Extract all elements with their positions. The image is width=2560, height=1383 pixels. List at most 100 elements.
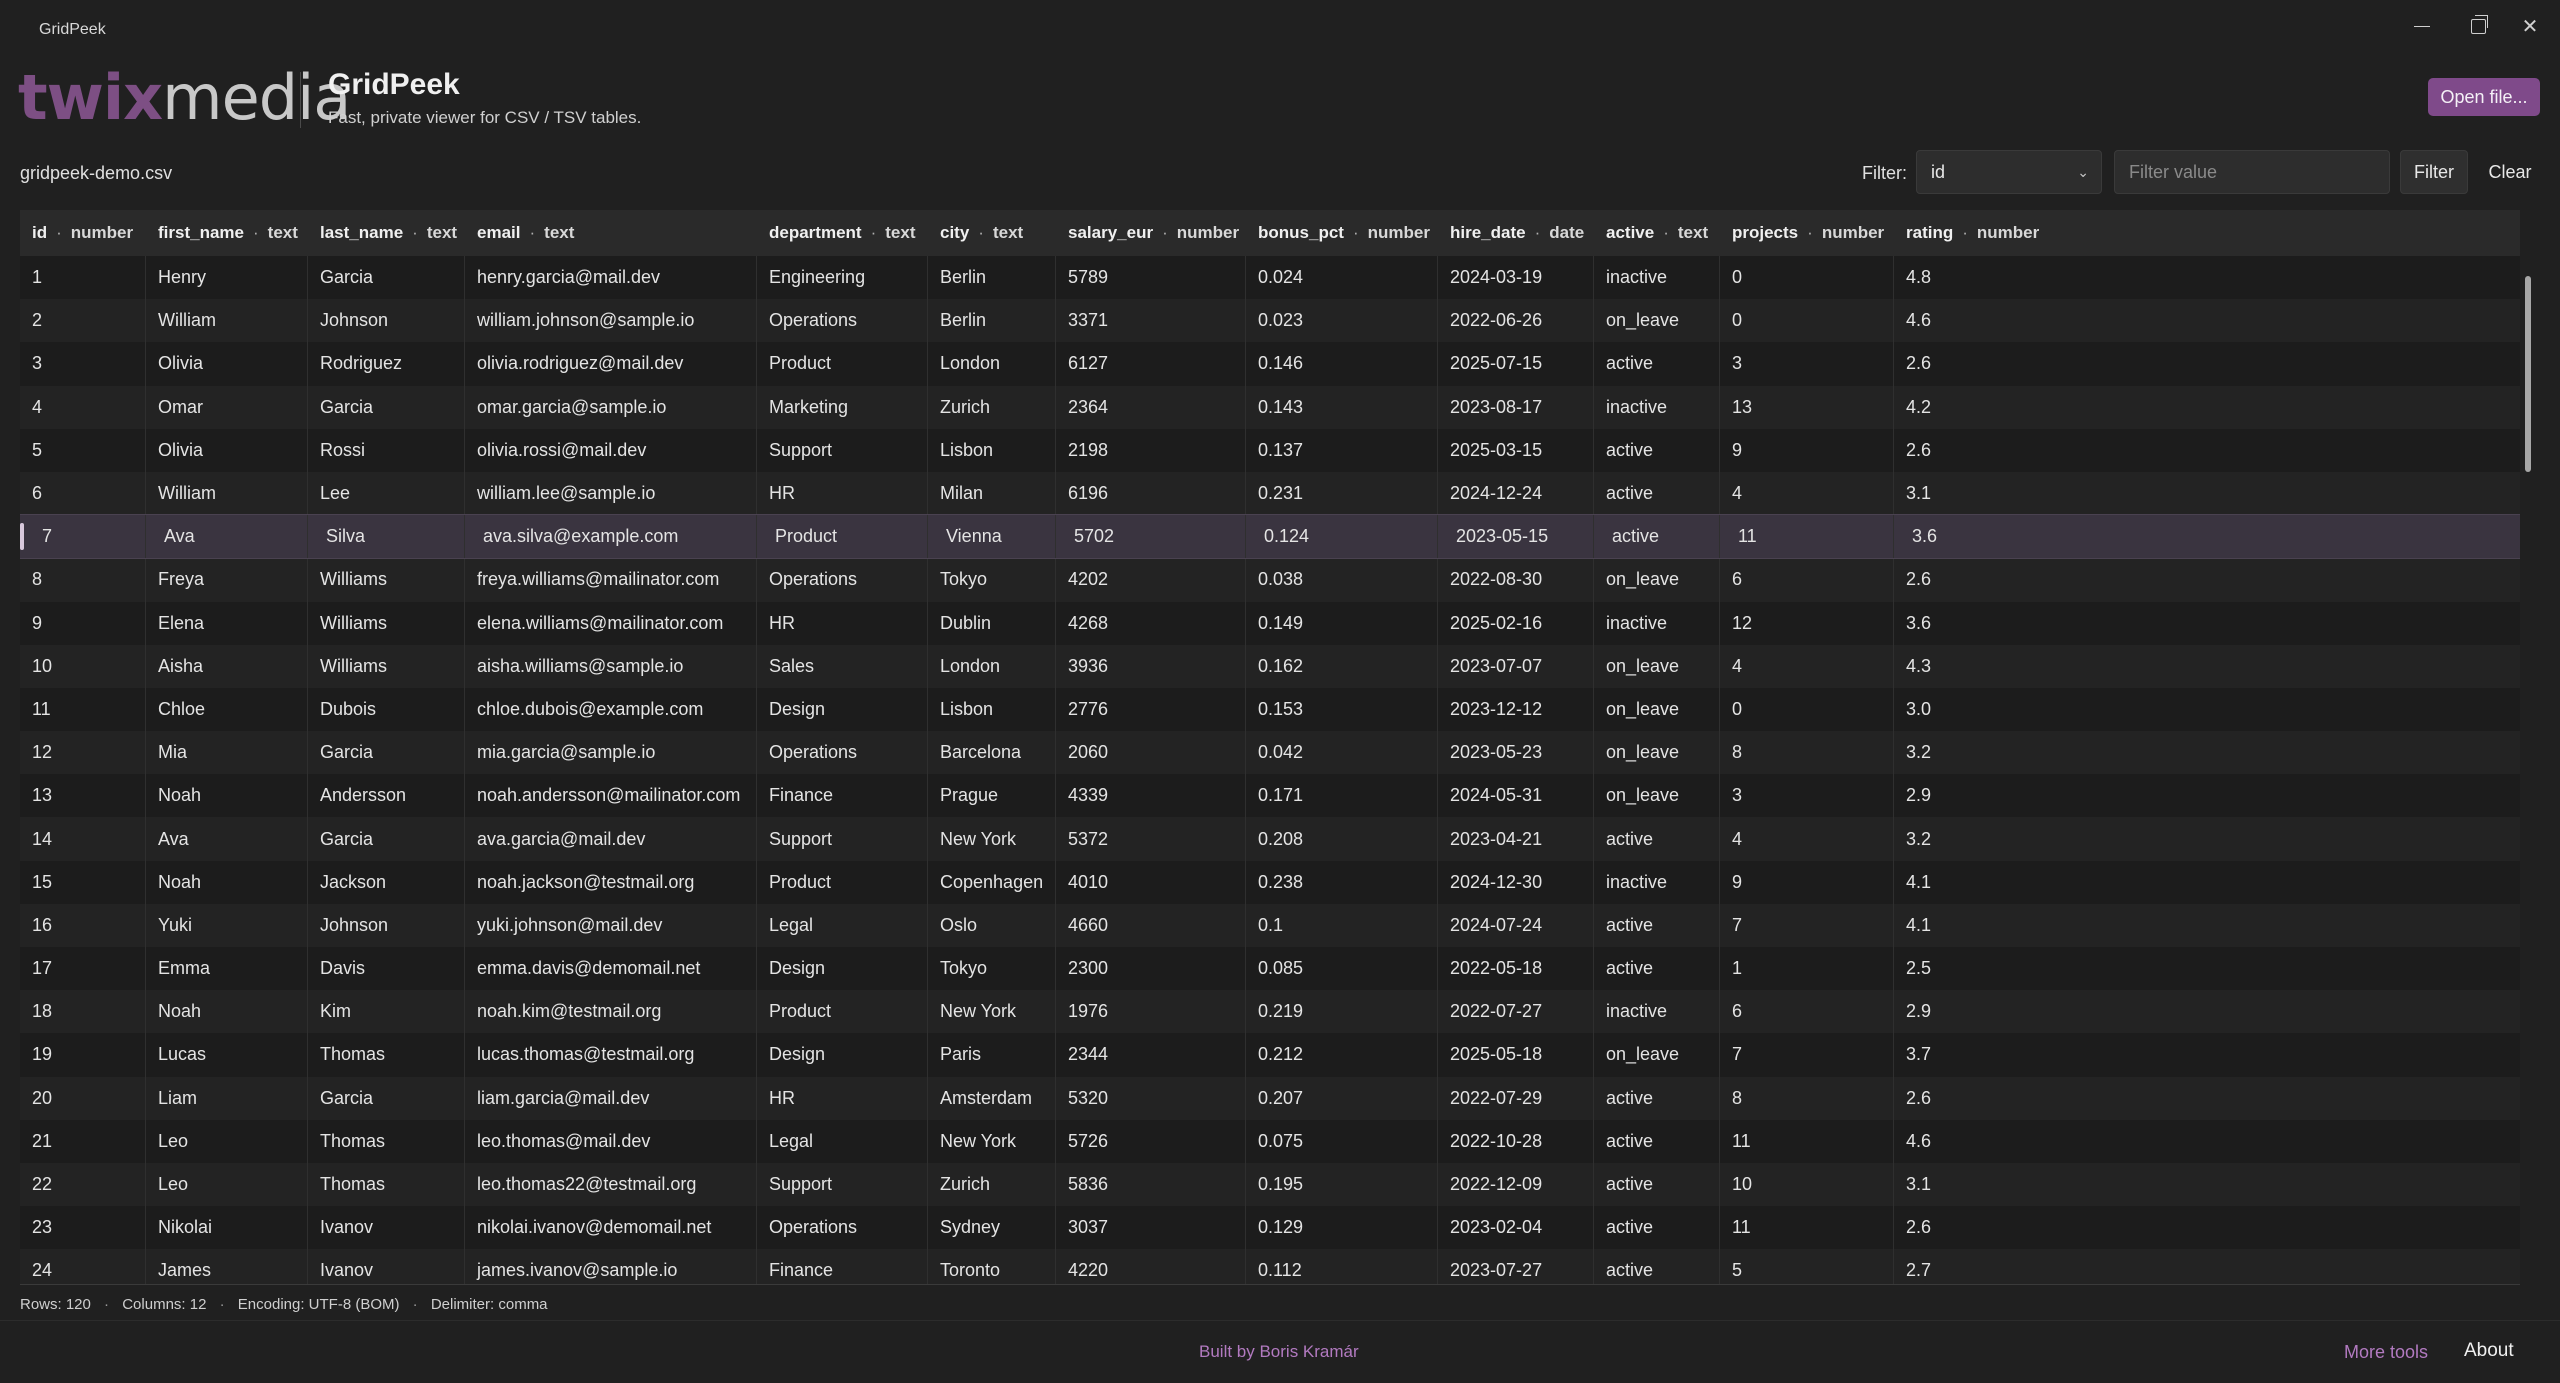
- cell-first-name[interactable]: Freya: [146, 558, 308, 602]
- cell-bonus-pct[interactable]: 0.231: [1246, 471, 1438, 516]
- table-row[interactable]: 9 Elena Williams elena.williams@mailinator.…: [20, 601, 2520, 645]
- cell-active[interactable]: active: [1594, 1249, 1720, 1285]
- cell-department[interactable]: Legal: [757, 1119, 928, 1163]
- maximize-button[interactable]: [2448, 6, 2508, 46]
- cell-active[interactable]: inactive: [1594, 990, 1720, 1034]
- cell-last-name[interactable]: Garcia: [308, 385, 465, 429]
- cell-department[interactable]: Marketing: [757, 385, 928, 429]
- cell-rating[interactable]: 3.2: [1894, 731, 2040, 774]
- cell-hire-date[interactable]: 2023-05-23: [1438, 731, 1594, 775]
- cell-last-name[interactable]: Andersson: [308, 774, 465, 818]
- cell-city[interactable]: Copenhagen: [928, 860, 1056, 904]
- cell-hire-date[interactable]: 2024-05-31: [1438, 774, 1594, 818]
- cell-id[interactable]: 11: [20, 687, 146, 732]
- cell-id[interactable]: 1: [20, 256, 146, 300]
- table-row[interactable]: 24 James Ivanov james.ivanov@sample.io Finan…: [20, 1249, 2520, 1285]
- cell-id[interactable]: 12: [20, 731, 146, 775]
- open-file-button[interactable]: Open file...: [2428, 78, 2540, 116]
- cell-city[interactable]: Tokyo: [928, 947, 1056, 991]
- cell-projects[interactable]: 10: [1720, 1162, 1894, 1207]
- cell-rating[interactable]: 2.6: [1894, 1206, 2040, 1249]
- cell-last-name[interactable]: Thomas: [308, 1119, 465, 1163]
- cell-hire-date[interactable]: 2025-03-15: [1438, 428, 1594, 472]
- cell-salary-eur[interactable]: 5726: [1056, 1119, 1246, 1163]
- cell-projects[interactable]: 11: [1720, 1119, 1894, 1163]
- table-row[interactable]: 5 Olivia Rossi olivia.rossi@mail.dev Support…: [20, 428, 2520, 472]
- cell-id[interactable]: 23: [20, 1206, 146, 1250]
- cell-department[interactable]: Design: [757, 687, 928, 732]
- cell-rating[interactable]: 4.1: [1894, 861, 2040, 904]
- more-tools-link[interactable]: More tools: [2344, 1342, 2428, 1363]
- cell-city[interactable]: Paris: [928, 1033, 1056, 1077]
- table-row[interactable]: 1 Henry Garcia henry.garcia@mail.dev Enginee…: [20, 256, 2520, 300]
- cell-last-name[interactable]: Dubois: [308, 687, 465, 732]
- cell-last-name[interactable]: Garcia: [308, 1076, 465, 1120]
- cell-department[interactable]: Product: [757, 990, 928, 1034]
- cell-id[interactable]: 15: [20, 860, 146, 904]
- cell-department[interactable]: Product: [757, 860, 928, 904]
- cell-email[interactable]: yuki.johnson@mail.dev: [465, 903, 757, 947]
- cell-id[interactable]: 6: [20, 471, 146, 516]
- table-row[interactable]: 8 Freya Williams freya.williams@mailinator.…: [20, 558, 2520, 602]
- cell-id[interactable]: 20: [20, 1076, 146, 1120]
- cell-projects[interactable]: 4: [1720, 817, 1894, 861]
- cell-id[interactable]: 5: [20, 428, 146, 472]
- cell-city[interactable]: Sydney: [928, 1206, 1056, 1250]
- cell-rating[interactable]: 2.9: [1894, 990, 2040, 1033]
- cell-bonus-pct[interactable]: 0.171: [1246, 774, 1438, 818]
- table-row[interactable]: 11 Chloe Dubois chloe.dubois@example.com Des…: [20, 687, 2520, 732]
- cell-first-name[interactable]: Henry: [146, 256, 308, 300]
- cell-bonus-pct[interactable]: 0.075: [1246, 1119, 1438, 1163]
- cell-rating[interactable]: 2.9: [1894, 774, 2040, 817]
- filter-column-select[interactable]: id ⌄: [1916, 150, 2102, 194]
- cell-hire-date[interactable]: 2024-07-24: [1438, 903, 1594, 947]
- cell-id[interactable]: 13: [20, 774, 146, 818]
- cell-salary-eur[interactable]: 2344: [1056, 1033, 1246, 1077]
- data-grid[interactable]: id · number first_name · text last_name · text em…: [20, 210, 2520, 1285]
- cell-email[interactable]: liam.garcia@mail.dev: [465, 1076, 757, 1120]
- cell-salary-eur[interactable]: 2060: [1056, 731, 1246, 775]
- clear-button[interactable]: Clear: [2480, 150, 2540, 194]
- table-row[interactable]: 23 Nikolai Ivanov nikolai.ivanov@demomail.n…: [20, 1206, 2520, 1250]
- cell-id[interactable]: 8: [20, 558, 146, 602]
- cell-active[interactable]: active: [1594, 947, 1720, 991]
- cell-id[interactable]: 4: [20, 385, 146, 429]
- table-row[interactable]: 13 Noah Andersson noah.andersson@mailinator…: [20, 774, 2520, 818]
- cell-email[interactable]: noah.jackson@testmail.org: [465, 860, 757, 904]
- cell-salary-eur[interactable]: 2364: [1056, 385, 1246, 429]
- cell-last-name[interactable]: Johnson: [308, 903, 465, 947]
- cell-salary-eur[interactable]: 4339: [1056, 774, 1246, 818]
- cell-active[interactable]: active: [1594, 1162, 1720, 1207]
- cell-projects[interactable]: 11: [1720, 515, 1894, 559]
- cell-email[interactable]: william.lee@sample.io: [465, 471, 757, 516]
- vertical-scrollbar[interactable]: [2504, 210, 2520, 1285]
- cell-department[interactable]: Product: [757, 515, 928, 559]
- cell-projects[interactable]: 8: [1720, 731, 1894, 775]
- cell-projects[interactable]: 0: [1720, 256, 1894, 300]
- cell-first-name[interactable]: Omar: [146, 385, 308, 429]
- cell-hire-date[interactable]: 2024-12-30: [1438, 860, 1594, 904]
- table-row[interactable]: 21 Leo Thomas leo.thomas@mail.dev Legal New Y…: [20, 1119, 2520, 1163]
- cell-city[interactable]: Lisbon: [928, 687, 1056, 732]
- cell-department[interactable]: Finance: [757, 774, 928, 818]
- cell-salary-eur[interactable]: 3037: [1056, 1206, 1246, 1250]
- cell-salary-eur[interactable]: 6127: [1056, 342, 1246, 386]
- cell-bonus-pct[interactable]: 0.129: [1246, 1206, 1438, 1250]
- cell-salary-eur[interactable]: 2776: [1056, 687, 1246, 732]
- table-row[interactable]: 6 William Lee william.lee@sample.io HR Milan 6…: [20, 471, 2520, 516]
- table-row[interactable]: 18 Noah Kim noah.kim@testmail.org Product New…: [20, 990, 2520, 1034]
- cell-city[interactable]: New York: [928, 1119, 1056, 1163]
- column-header-first-name[interactable]: first_name · text: [146, 210, 308, 256]
- cell-salary-eur[interactable]: 3936: [1056, 644, 1246, 688]
- cell-rating[interactable]: 4.1: [1894, 904, 2040, 947]
- cell-rating[interactable]: 4.2: [1894, 386, 2040, 429]
- about-link[interactable]: About: [2464, 1340, 2514, 1362]
- cell-first-name[interactable]: Aisha: [146, 644, 308, 688]
- cell-first-name[interactable]: Noah: [146, 774, 308, 818]
- cell-email[interactable]: ava.garcia@mail.dev: [465, 817, 757, 861]
- column-header-projects[interactable]: projects · number: [1720, 210, 1894, 256]
- cell-first-name[interactable]: Liam: [146, 1076, 308, 1120]
- cell-first-name[interactable]: Emma: [146, 947, 308, 991]
- cell-bonus-pct[interactable]: 0.1: [1246, 903, 1438, 947]
- cell-projects[interactable]: 7: [1720, 1033, 1894, 1077]
